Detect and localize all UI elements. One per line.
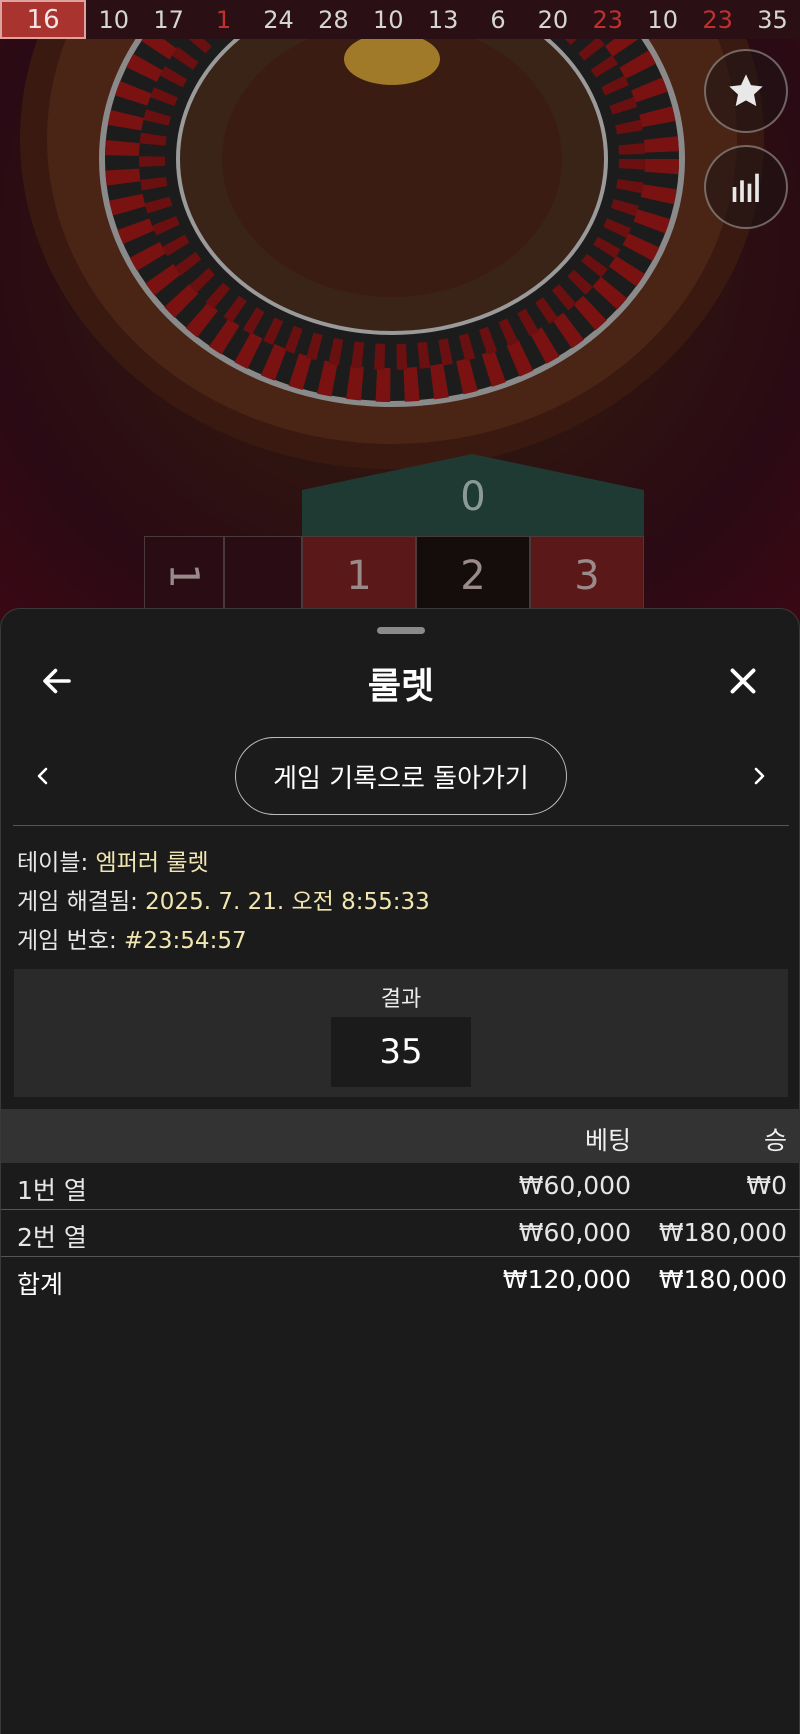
- bets-table-header: 베팅 승: [1, 1109, 800, 1163]
- total-label: 합계: [17, 1270, 64, 1299]
- resolved-info: 게임 해결됨: 2025. 7. 21. 오전 8:55:33: [17, 882, 430, 916]
- game-number-info: 게임 번호: #23:54:57: [17, 921, 247, 955]
- total-row: 합계 ₩120,000 ₩180,000: [1, 1257, 800, 1304]
- sheet-drag-handle[interactable]: [377, 627, 425, 634]
- history-number: 23: [592, 5, 624, 34]
- roulette-wheel-image: [20, 39, 764, 469]
- bet-column-header: 베팅: [584, 1126, 631, 1155]
- history-number: 1: [215, 5, 232, 34]
- table-info: 테이블: 엠퍼러 룰렛: [17, 843, 209, 877]
- section-divider: [13, 825, 789, 826]
- close-button[interactable]: [717, 655, 769, 707]
- next-round-button[interactable]: [739, 753, 779, 799]
- bets-table: 베팅 승 1번 열 ₩60,000 ₩0 2번 열 ₩60,000 ₩180,0…: [1, 1109, 800, 1304]
- result-history-strip: 16 10 17 1 24 28 10 13 6 20 23 10 23 35: [0, 0, 800, 39]
- sheet-title: 룰렛: [367, 666, 435, 707]
- bar-chart-icon: [732, 173, 759, 202]
- win-amount: ₩180,000: [658, 1218, 787, 1247]
- history-number: 35: [757, 5, 788, 34]
- game-number-value: #23:54:57: [124, 928, 247, 954]
- result-panel: 결과 35: [14, 969, 788, 1097]
- history-number: 10: [372, 5, 404, 34]
- star-icon: [729, 74, 763, 107]
- number-cell[interactable]: 2: [416, 536, 530, 616]
- resolved-info-value: 2025. 7. 21. 오전 8:55:33: [145, 889, 430, 915]
- number-cell[interactable]: 1: [302, 536, 416, 616]
- result-number: 35: [331, 1017, 471, 1087]
- history-number: 10: [98, 5, 130, 34]
- total-bet-amount: ₩120,000: [502, 1265, 631, 1294]
- total-win-amount: ₩180,000: [658, 1265, 787, 1294]
- history-number: 17: [153, 5, 184, 34]
- close-icon: [730, 668, 756, 694]
- bet-name: 1번 열: [17, 1176, 87, 1205]
- statistics-button[interactable]: [704, 145, 788, 229]
- history-number: 13: [427, 5, 459, 34]
- back-to-history-button[interactable]: 게임 기록으로 돌아가기: [235, 737, 567, 815]
- favorite-button[interactable]: [704, 49, 788, 133]
- live-video-stream: 0 1 1 2 3: [0, 39, 800, 619]
- bet-amount: ₩60,000: [518, 1218, 631, 1247]
- win-column-header: 승: [763, 1126, 787, 1155]
- history-number: 28: [318, 5, 349, 34]
- history-number: 20: [537, 5, 569, 34]
- history-number-latest: 16: [0, 0, 87, 39]
- table-info-label: 테이블:: [17, 850, 96, 876]
- table-row: 2번 열 ₩60,000 ₩180,000: [1, 1210, 800, 1257]
- chevron-right-icon: [754, 767, 765, 785]
- sheet-header: 룰렛: [1, 649, 800, 709]
- table-row: 1번 열 ₩60,000 ₩0: [1, 1163, 800, 1210]
- round-navigation: 게임 기록으로 돌아가기: [1, 737, 800, 817]
- history-number: 10: [647, 5, 678, 34]
- partial-cell[interactable]: 1: [144, 536, 224, 616]
- bet-amount: ₩60,000: [518, 1171, 631, 1200]
- zero-cell[interactable]: 0: [302, 474, 644, 520]
- number-cell[interactable]: 3: [530, 536, 644, 616]
- partial-cell-label: 1: [160, 563, 207, 589]
- previous-round-button[interactable]: [23, 753, 63, 799]
- history-number: 23: [702, 5, 733, 34]
- chevron-left-icon: [37, 767, 48, 785]
- empty-cell[interactable]: [224, 536, 302, 616]
- history-number: 6: [490, 5, 506, 34]
- resolved-info-label: 게임 해결됨:: [17, 889, 146, 915]
- table-info-value: 엠퍼러 룰렛: [95, 850, 209, 876]
- history-number: 24: [263, 5, 294, 34]
- win-amount: ₩0: [746, 1171, 787, 1200]
- game-number-label: 게임 번호:: [17, 928, 125, 954]
- game-detail-sheet: 룰렛 게임 기록으로 돌아가기 테이블: 엠퍼러 룰렛 게임 해결됨: 2025…: [0, 608, 800, 1734]
- result-label: 결과: [380, 987, 422, 1012]
- bet-name: 2번 열: [17, 1223, 87, 1252]
